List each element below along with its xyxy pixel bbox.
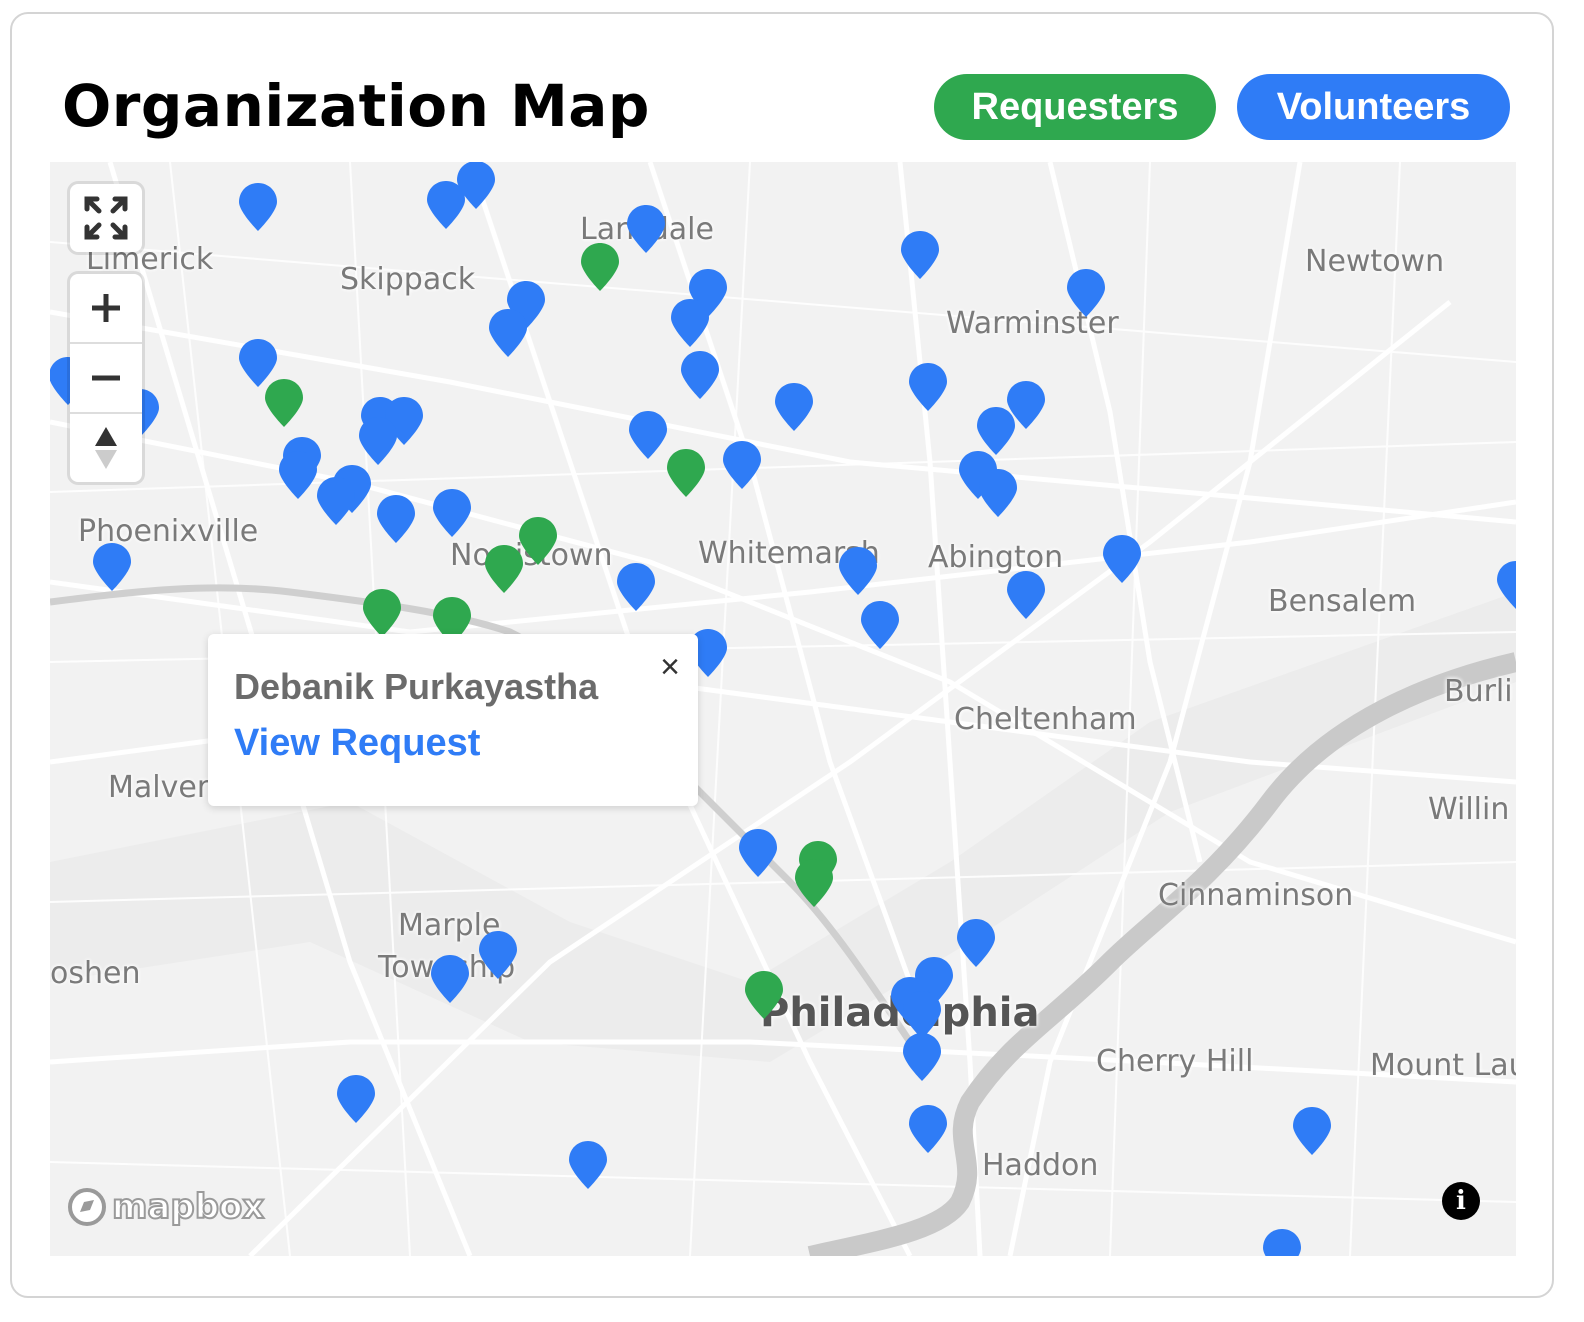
requester-marker[interactable] — [665, 448, 707, 498]
volunteer-marker[interactable] — [837, 546, 879, 596]
place-skippack: Skippack — [340, 262, 476, 297]
attribution-info-button[interactable]: i — [1442, 1182, 1480, 1220]
volunteer-marker[interactable] — [773, 382, 815, 432]
popup-person-name: Debanik Purkayastha — [234, 666, 599, 707]
requester-marker[interactable] — [361, 588, 403, 638]
volunteer-marker[interactable] — [625, 204, 667, 254]
volunteer-marker[interactable] — [1005, 570, 1047, 620]
place-cinnaminson: Cinnaminson — [1158, 878, 1354, 913]
volunteer-marker[interactable] — [455, 162, 497, 210]
mapbox-wordmark: mapbox — [111, 1186, 265, 1228]
requester-marker[interactable] — [263, 378, 305, 428]
volunteer-marker[interactable] — [977, 468, 1019, 518]
volunteer-marker[interactable] — [567, 1140, 609, 1190]
volunteer-marker[interactable] — [237, 182, 279, 232]
requester-marker[interactable] — [793, 858, 835, 908]
volunteer-marker[interactable] — [1101, 534, 1143, 584]
volunteer-marker[interactable] — [901, 1032, 943, 1082]
volunteer-marker[interactable] — [487, 308, 529, 358]
compass-icon — [95, 427, 117, 469]
volunteer-marker[interactable] — [859, 600, 901, 650]
compass-button[interactable] — [70, 412, 142, 482]
view-request-link[interactable]: View Request — [234, 722, 480, 765]
volunteers-filter-button[interactable]: Volunteers — [1237, 74, 1510, 140]
volunteer-marker[interactable] — [357, 416, 399, 466]
place-haddon: Haddon — [982, 1148, 1099, 1183]
volunteer-marker[interactable] — [429, 954, 471, 1004]
volunteer-marker[interactable] — [1495, 560, 1516, 610]
fullscreen-icon — [84, 196, 128, 240]
place-willingboro: Willin — [1428, 792, 1510, 827]
requester-marker[interactable] — [579, 242, 621, 292]
volunteer-marker[interactable] — [737, 828, 779, 878]
mapbox-logo[interactable]: mapbox — [66, 1186, 265, 1228]
place-goshen: oshen — [50, 956, 141, 991]
place-newtown: Newtown — [1305, 244, 1445, 279]
place-burlington: Burli — [1444, 674, 1513, 709]
volunteer-marker[interactable] — [899, 230, 941, 280]
marker-popup: × Debanik Purkayastha View Request — [208, 634, 698, 806]
zoom-in-button[interactable] — [70, 274, 142, 342]
place-cheltenham: Cheltenham — [954, 702, 1137, 737]
volunteer-marker[interactable] — [627, 410, 669, 460]
volunteer-marker[interactable] — [975, 406, 1017, 456]
fullscreen-control — [70, 184, 142, 252]
place-mount-laurel: Mount Lau — [1370, 1048, 1516, 1083]
plus-icon — [92, 294, 120, 322]
zoom-out-button[interactable] — [70, 342, 142, 412]
volunteer-marker[interactable] — [277, 450, 319, 500]
volunteer-marker[interactable] — [721, 440, 763, 490]
navigation-control — [70, 274, 142, 482]
volunteer-marker[interactable] — [1065, 268, 1107, 318]
volunteer-marker[interactable] — [907, 362, 949, 412]
volunteer-marker[interactable] — [955, 918, 997, 968]
volunteer-marker[interactable] — [907, 1104, 949, 1154]
map-canvas[interactable]: Limerick Skippack Lansdale Newtown Warmi… — [50, 162, 1516, 1256]
page-title: Organization Map — [62, 72, 650, 140]
minus-icon — [92, 375, 120, 381]
volunteer-marker[interactable] — [431, 488, 473, 538]
volunteer-marker[interactable] — [1291, 1106, 1333, 1156]
volunteer-marker[interactable] — [615, 562, 657, 612]
volunteer-marker[interactable] — [679, 350, 721, 400]
volunteer-marker[interactable] — [1261, 1228, 1303, 1256]
requesters-filter-button[interactable]: Requesters — [934, 74, 1216, 140]
requester-marker[interactable] — [483, 544, 525, 594]
popup-close-button[interactable]: × — [660, 648, 680, 687]
volunteer-marker[interactable] — [477, 930, 519, 980]
volunteer-marker[interactable] — [669, 298, 711, 348]
volunteer-marker[interactable] — [315, 476, 357, 526]
volunteer-marker[interactable] — [91, 542, 133, 592]
volunteer-marker[interactable] — [335, 1074, 377, 1124]
mapbox-logo-icon — [68, 1188, 106, 1226]
requester-marker[interactable] — [743, 970, 785, 1020]
place-bensalem: Bensalem — [1268, 584, 1417, 619]
place-malvern: Malver — [108, 770, 210, 805]
place-cherry-hill: Cherry Hill — [1096, 1044, 1254, 1079]
volunteer-marker[interactable] — [375, 494, 417, 544]
fullscreen-button[interactable] — [70, 184, 142, 252]
